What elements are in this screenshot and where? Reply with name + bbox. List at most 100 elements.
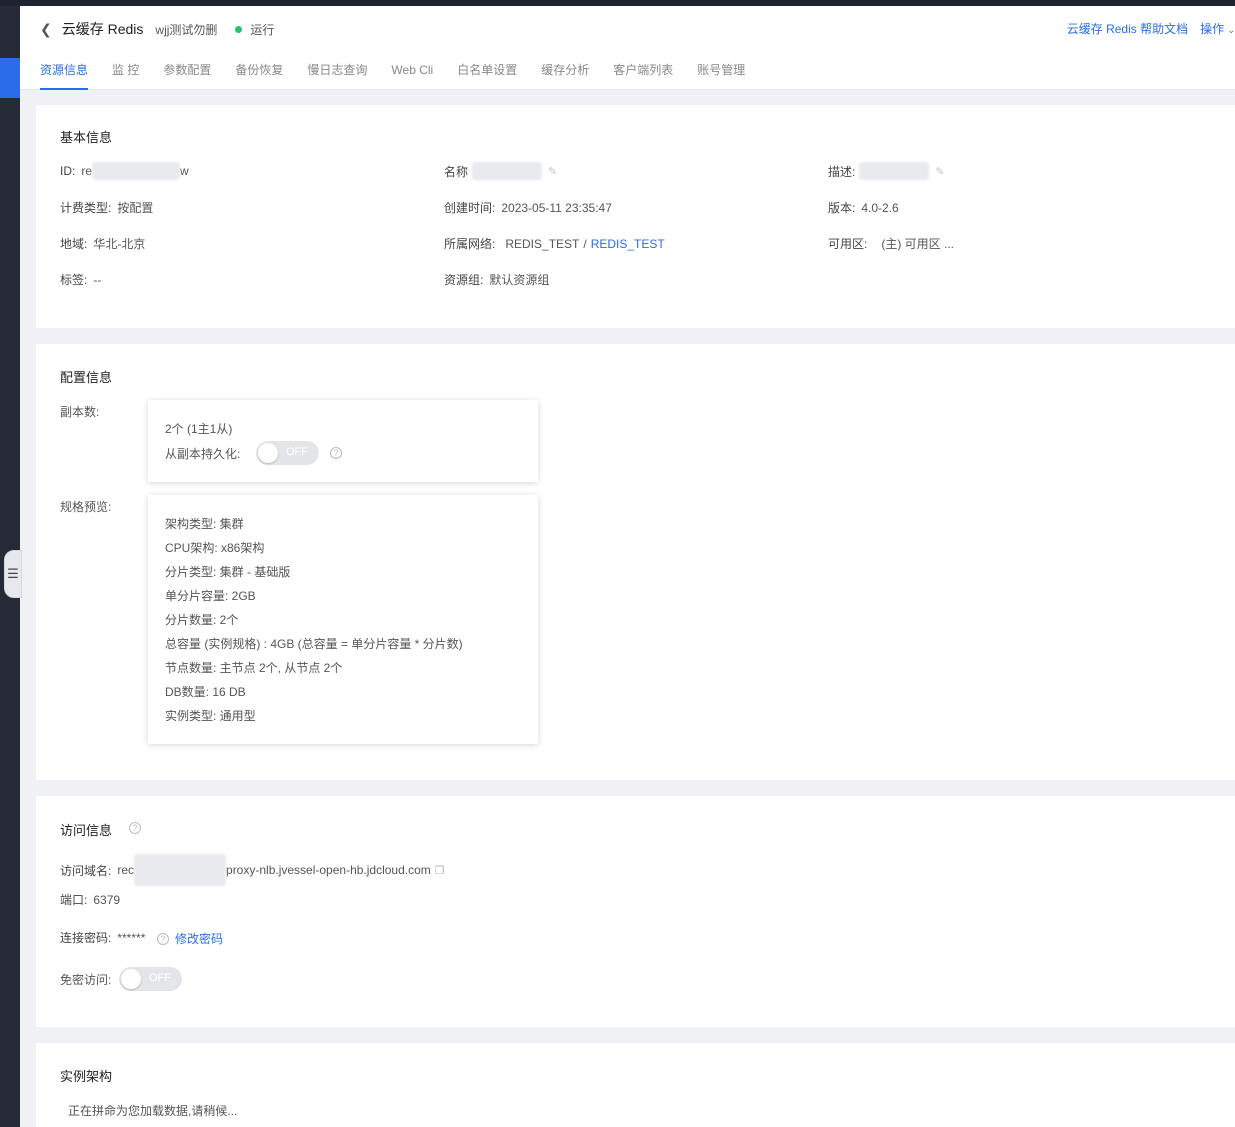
replica-value: 2个 (1主1从) [165, 422, 233, 436]
nopass-toggle[interactable]: OFF [119, 967, 182, 991]
field-version: 版本: 4.0-2.6 [828, 199, 899, 216]
field-desc: 描述: ✎ [828, 162, 945, 180]
replica-panel: 2个 (1主1从) 从副本持久化: OFF ? [148, 400, 538, 482]
tab-bar: 资源信息 监 控 参数配置 备份恢复 慢日志查询 Web Cli 白名单设置 缓… [40, 60, 769, 90]
id-suffix: w [180, 164, 189, 178]
tab-whitelist[interactable]: 白名单设置 [457, 60, 517, 90]
arch-title: 实例架构 [60, 1069, 113, 1084]
tab-params[interactable]: 参数配置 [163, 60, 211, 90]
vpc-link[interactable]: REDIS_TEST [505, 237, 579, 251]
tab-backup[interactable]: 备份恢复 [235, 60, 283, 90]
field-id: ID: re w [60, 162, 189, 180]
spec-line-cpu: CPU架构: x86架构 [165, 541, 265, 555]
status-text: 运行 [250, 22, 275, 37]
rg-label: 资源组: [444, 273, 484, 287]
desc-redacted [859, 162, 930, 180]
spec-line-db-count: DB数量: 16 DB [165, 685, 246, 699]
spec-line-arch: 架构类型: 集群 [165, 517, 244, 531]
tag-label: 标签: [60, 273, 88, 287]
side-panel-handle-icon[interactable]: ☰ [4, 550, 22, 598]
help-doc-link[interactable]: 云缓存 Redis 帮助文档 [1067, 20, 1188, 37]
change-password-link[interactable]: 修改密码 [175, 930, 223, 947]
spec-line-shard-count: 分片数量: 2个 [165, 613, 239, 627]
spec-line-shard-capacity: 单分片容量: 2GB [165, 589, 256, 603]
created-value: 2023-05-11 23:35:47 [501, 200, 612, 215]
billing-value: 按配置 [117, 201, 154, 215]
back-arrow-icon[interactable]: ❮ [40, 21, 52, 38]
domain-prefix: rec [117, 863, 135, 877]
left-nav-active-item[interactable] [0, 58, 20, 98]
page-header: ❮ 云缓存 Redis wjj测试勿删 运行 云缓存 Redis 帮助文档 操作… [20, 6, 1235, 90]
version-label: 版本: [828, 201, 856, 215]
persist-toggle-knob [258, 443, 278, 463]
domain-redacted [134, 854, 227, 886]
tab-resource-info[interactable]: 资源信息 [40, 60, 89, 90]
access-info-card: 访问信息 ? 访问域名: rec proxy-nlb.jvessel-open-… [36, 796, 1235, 1027]
persist-label: 从副本持久化: [165, 447, 241, 461]
az-label: 可用区: [828, 237, 868, 251]
field-az: 可用区: (主) 可用区 ... [828, 235, 954, 252]
spec-line-total-capacity: 总容量 (实例规格) : 4GB (总容量 = 单分片容量 * 分片数) [165, 637, 463, 651]
field-port: 端口: 6379 [60, 891, 120, 908]
created-label: 创建时间: [444, 201, 496, 215]
tab-monitor[interactable]: 监 控 [112, 60, 139, 90]
access-help-icon[interactable]: ? [129, 822, 141, 834]
edit-desc-icon[interactable]: ✎ [935, 165, 944, 178]
billing-label: 计费类型: [60, 201, 112, 215]
password-value: ****** [117, 930, 146, 945]
field-created: 创建时间: 2023-05-11 23:35:47 [444, 199, 612, 216]
access-info-title: 访问信息 [60, 823, 113, 838]
config-info-title: 配置信息 [60, 370, 113, 385]
vpc-separator: / [583, 236, 587, 251]
operations-menu[interactable]: 操作 ⌄ [1200, 20, 1235, 37]
id-prefix: re [81, 164, 93, 178]
status-dot-icon [235, 25, 243, 33]
vpc-label: 所属网络: [444, 237, 496, 251]
spec-label: 规格预览: [60, 500, 112, 514]
header-actions: 云缓存 Redis 帮助文档 操作 ⌄ [1067, 20, 1235, 37]
edit-name-icon[interactable]: ✎ [548, 165, 557, 178]
field-password: 连接密码: ****** [60, 929, 145, 946]
field-name: 名称 ✎ [444, 162, 557, 180]
password-help-icon[interactable]: ? [157, 933, 169, 945]
domain-suffix: proxy-nlb.jvessel-open-hb.jdcloud.com [226, 863, 431, 877]
port-label: 端口: [60, 893, 88, 907]
arch-card: 实例架构 正在拼命为您加载数据,请稍候... [36, 1043, 1235, 1127]
config-info-card: 配置信息 副本数: 2个 (1主1从) 从副本持久化: OFF ? 规格预览: … [36, 344, 1235, 780]
tab-client-list[interactable]: 客户端列表 [613, 60, 673, 90]
spec-line-shard-type: 分片类型: 集群 - 基础版 [165, 565, 291, 579]
basic-info-title: 基本信息 [60, 130, 113, 145]
title-row: ❮ 云缓存 Redis wjj测试勿删 运行 [40, 18, 274, 40]
status-badge: 运行 [235, 21, 274, 38]
operations-label: 操作 [1200, 22, 1225, 36]
replica-label: 副本数: [60, 405, 100, 419]
name-label: 名称 [444, 164, 469, 179]
tab-accounts[interactable]: 账号管理 [697, 60, 745, 90]
persist-toggle[interactable]: OFF [256, 441, 319, 465]
persist-toggle-label: OFF [286, 446, 308, 458]
rg-value: 默认资源组 [489, 273, 550, 287]
tab-cache-analysis[interactable]: 缓存分析 [541, 60, 589, 90]
region-label: 地域: [60, 237, 88, 251]
port-value: 6379 [93, 892, 121, 907]
tab-slowlog[interactable]: 慢日志查询 [307, 60, 367, 90]
tag-value: -- [93, 272, 102, 287]
page-title: 云缓存 Redis [61, 21, 144, 37]
field-region: 地域: 华北-北京 [60, 235, 145, 252]
basic-info-card: 基本信息 ID: re w 名称 ✎ 描述: ✎ 计费类型: 按配置 创建时间:… [36, 105, 1235, 328]
tab-webcli[interactable]: Web Cli [391, 60, 433, 90]
az-value: (主) 可用区 ... [881, 237, 955, 251]
field-vpc: 所属网络: REDIS_TEST / REDIS_TEST [444, 235, 665, 252]
id-label: ID: [60, 164, 76, 178]
nopass-toggle-label: OFF [149, 972, 171, 984]
spec-panel: 架构类型: 集群 CPU架构: x86架构 分片类型: 集群 - 基础版 单分片… [148, 495, 538, 744]
copy-icon[interactable]: ❐ [435, 864, 445, 877]
field-billing: 计费类型: 按配置 [60, 199, 153, 216]
persist-help-icon[interactable]: ? [330, 447, 342, 459]
field-resource-group: 资源组: 默认资源组 [444, 271, 549, 288]
password-label: 连接密码: [60, 931, 112, 945]
nopass-label: 免密访问: [60, 973, 112, 987]
subnet-link[interactable]: REDIS_TEST [591, 237, 665, 251]
name-redacted [472, 162, 543, 180]
spec-line-nodes: 节点数量: 主节点 2个, 从节点 2个 [165, 661, 343, 675]
